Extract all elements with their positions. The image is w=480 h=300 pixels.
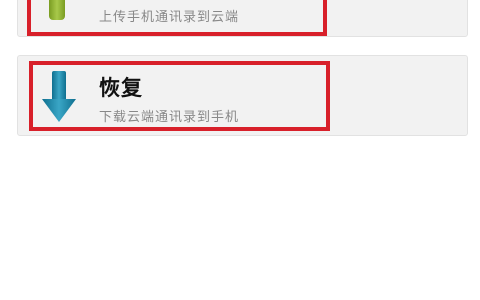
contacts-sync-page: 上传手机通讯录到云端 恢复 下载云端通讯录到手机 — [0, 0, 480, 300]
restore-highlight-frame — [29, 61, 330, 131]
backup-highlight-frame — [27, 0, 327, 36]
